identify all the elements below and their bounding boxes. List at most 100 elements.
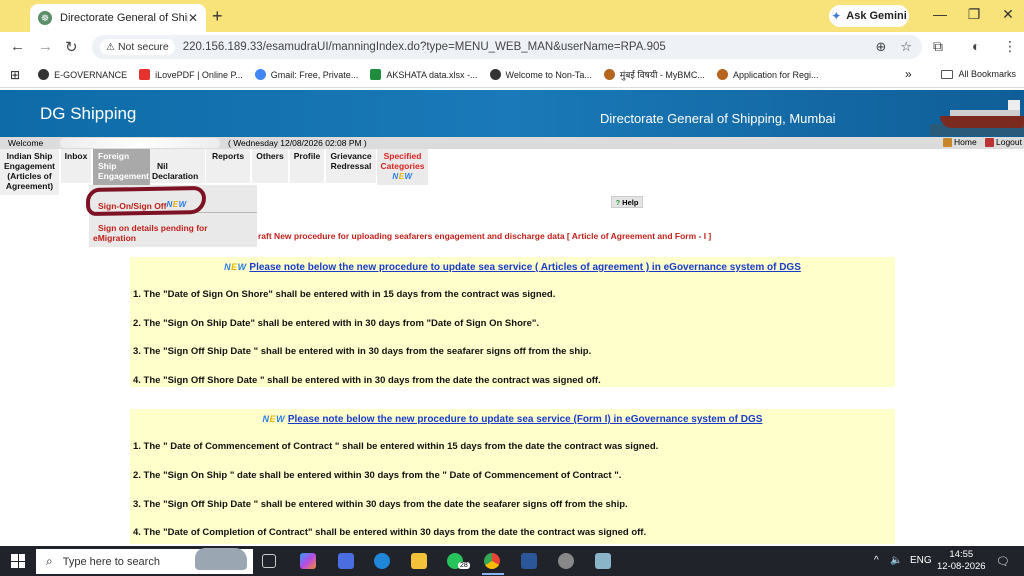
app-icon[interactable] (595, 553, 611, 569)
bookmark-non-ta[interactable]: Welcome to Non-Ta... (489, 69, 592, 80)
menu-indian-ship-engagement[interactable]: Indian Ship Engagement (Articles of Agre… (0, 149, 59, 195)
new-badge-icon: NEW (224, 262, 247, 272)
bookmark-akshata[interactable]: AKSHATA data.xlsx -... (370, 69, 478, 80)
help-icon: ? (615, 197, 621, 207)
forward-icon[interactable]: → (38, 38, 53, 55)
bookmark-star-icon[interactable]: ☆ (900, 39, 912, 55)
rule-item: 4. The "Sign Off Shore Date " shall be e… (133, 375, 601, 386)
bookmark-label: AKSHATA data.xlsx -... (386, 69, 478, 80)
profile-icon[interactable]: ◐ (972, 38, 980, 54)
menu-label: Specified (383, 151, 422, 161)
menu-reports[interactable]: Reports (206, 149, 250, 183)
rule-item: 3. The "Sign Off Ship Date " shall be en… (133, 499, 628, 510)
menu-profile[interactable]: Profile (290, 149, 324, 183)
menu-specified-categories[interactable]: Specified Categories NEW (377, 149, 428, 185)
menu-label: Agreement) (5, 181, 54, 191)
bookmark-application[interactable]: Application for Regi... (716, 69, 818, 80)
section-title: NEW Please note below the new procedure … (130, 414, 895, 425)
browser-toolbar: ← → ↻ ⚠ Not secure 220.156.189.33/esamud… (0, 32, 1024, 62)
menu-inbox[interactable]: Inbox (61, 149, 91, 183)
not-secure-label: Not secure (117, 41, 169, 53)
menu-label: Reports (211, 151, 245, 161)
menu-kebab-icon[interactable]: ⋮ (1003, 38, 1017, 55)
logout-icon (985, 137, 994, 147)
home-link[interactable]: Home (943, 137, 977, 147)
edge-icon[interactable] (374, 553, 390, 569)
windows-start-icon[interactable] (11, 554, 25, 568)
word-icon[interactable] (521, 553, 537, 569)
tray-chevron-icon[interactable]: ^ (874, 555, 879, 566)
bookmark-gmail[interactable]: Gmail: Free, Private... (254, 69, 359, 80)
rule-item: 2. The "Sign On Ship Date" shall be ente… (133, 318, 539, 329)
active-app-indicator (482, 573, 504, 575)
help-button[interactable]: ? Help (611, 196, 643, 208)
more-bookmarks-icon[interactable]: » (905, 67, 912, 81)
welcome-label: Welcome (8, 138, 44, 148)
tab-close-icon[interactable]: ✕ (188, 11, 198, 25)
bookmarks-bar: ⊞ E-GOVERNANCE iLovePDF | Online P... Gm… (0, 62, 1024, 88)
menu-label: Engagement (3, 161, 55, 171)
site-name: DG Shipping (40, 104, 137, 123)
menu-grievance-redressal[interactable]: Grievance Redressal (326, 149, 376, 183)
menu-label: Profile (293, 151, 321, 161)
clock-time: 14:55 (949, 549, 974, 560)
bookmark-ilovepdf[interactable]: iLovePDF | Online P... (139, 69, 243, 80)
bookmark-label: Welcome to Non-Ta... (505, 69, 592, 80)
menu-others[interactable]: Others (252, 149, 288, 183)
menu-label: (Articles of (7, 171, 52, 181)
close-window-icon[interactable]: ✕ (998, 6, 1018, 23)
new-badge-icon: NEW (262, 414, 286, 424)
menu-label: Categories (380, 161, 425, 171)
search-icon: ⌕ (46, 554, 53, 568)
task-view-icon[interactable] (262, 554, 276, 568)
bookmark-mybmc[interactable]: मुंबई विषयी - MyBMC... (603, 68, 705, 81)
section-title-link[interactable]: Please note below the new procedure to u… (288, 414, 763, 425)
back-icon[interactable]: ← (10, 38, 25, 55)
url-text[interactable]: 220.156.189.33/esamudraUI/manningIndex.d… (183, 41, 666, 53)
menu-label: Foreign (98, 151, 130, 161)
notifications-icon[interactable]: 🗨 (996, 555, 1010, 568)
tab-title: Directorate General of Shipping (60, 12, 188, 24)
apps-grid-icon[interactable]: ⊞ (10, 68, 20, 82)
draft-procedure-link[interactable]: raft New procedure for uploading seafare… (258, 231, 711, 241)
app-icon[interactable] (558, 553, 574, 569)
taskbar-clock[interactable]: 14:55 12-08-2026 (937, 549, 986, 573)
logout-link[interactable]: Logout (985, 137, 1022, 147)
copilot-icon[interactable] (300, 553, 316, 569)
browser-tab[interactable]: ☸ Directorate General of Shipping ✕ (30, 4, 206, 32)
help-label: Help (622, 197, 639, 207)
minimize-icon[interactable]: — (930, 6, 950, 22)
home-icon (943, 137, 952, 147)
current-datetime: ( Wednesday 12/08/2026 02:08 PM ) (228, 138, 367, 148)
bookmark-egovernance[interactable]: E-GOVERNANCE (38, 69, 127, 80)
search-placeholder: Type here to search (62, 555, 160, 568)
menu-nil-declaration[interactable]: Nil Declaration (150, 149, 205, 183)
sign-on-pending-emigration-item[interactable]: Sign on details pending for eMigration (93, 223, 208, 243)
menu-label: Others (256, 151, 284, 161)
chrome-icon[interactable] (484, 553, 500, 569)
whatsapp-badge: 28 (458, 562, 470, 569)
bookmark-label: Gmail: Free, Private... (270, 69, 359, 80)
menu-foreign-ship-engagement[interactable]: Foreign Ship Engagement (93, 149, 150, 185)
home-label: Home (954, 137, 977, 147)
new-badge-icon: NEW (392, 172, 413, 181)
site-banner: DG Shipping Directorate General of Shipp… (0, 90, 1024, 137)
extensions-icon[interactable]: ⧉ (933, 38, 943, 55)
google-icon (254, 69, 266, 80)
language-indicator[interactable]: ENG (910, 555, 932, 566)
menu-label: eMigration (93, 233, 136, 243)
section-title-link[interactable]: Please note below the new procedure to u… (249, 262, 800, 273)
file-explorer-icon[interactable] (411, 553, 427, 569)
volume-icon[interactable]: 🔈 (890, 555, 902, 566)
menu-label: Declaration (152, 171, 199, 181)
all-bookmarks-button[interactable]: All Bookmarks (941, 69, 1016, 79)
app-icon[interactable] (338, 553, 354, 569)
zoom-icon[interactable]: ⊕ (875, 39, 886, 55)
not-secure-chip[interactable]: ⚠ Not secure (100, 39, 175, 55)
address-bar[interactable]: ⚠ Not secure 220.156.189.33/esamudraUI/m… (92, 35, 922, 59)
rule-item: 4. The "Date of Completion of Contract" … (133, 527, 647, 538)
restore-icon[interactable]: ❐ (964, 6, 984, 23)
reload-icon[interactable]: ↻ (65, 38, 78, 56)
ask-gemini-button[interactable]: ✦ Ask Gemini (829, 5, 909, 27)
new-tab-button[interactable]: + (212, 6, 223, 27)
